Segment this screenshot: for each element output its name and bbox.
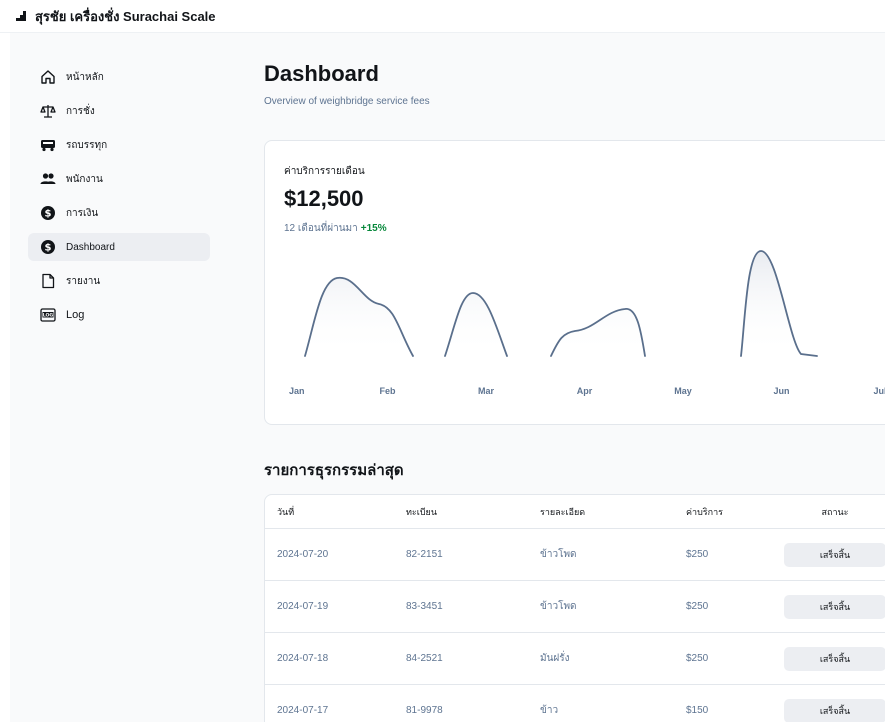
status-badge[interactable]: เสร็จสิ้น <box>784 542 885 567</box>
cell-fee: $250 <box>686 601 709 612</box>
cell-fee: $250 <box>686 549 709 560</box>
cell-status: เสร็จสิ้น <box>783 542 885 567</box>
status-badge[interactable]: เสร็จสิ้น <box>784 594 885 619</box>
table-row[interactable]: 2024-07-18 84-2521 มันฝรั่ง $250 เสร็จสิ… <box>265 633 885 685</box>
cell-plate: 81-9978 <box>406 705 443 716</box>
cell-detail: ข้าวโพด <box>540 549 577 560</box>
table-row[interactable]: 2024-07-19 83-3451 ข้าวโพด $250 เสร็จสิ้… <box>265 581 885 633</box>
currency-icon: $ <box>40 239 56 255</box>
cell-detail: มันฝรั่ง <box>540 653 570 664</box>
chart-x-label: Feb <box>379 386 396 396</box>
chart-x-labels: Jan Feb Mar Apr May Jun Jul <box>289 386 885 396</box>
app-header: สุรชัย เครื่องชั่ง Surachai Scale <box>0 0 885 33</box>
chart-x-label: Jan <box>289 386 305 396</box>
table-row[interactable]: 2024-07-17 81-9978 ข้าว $150 เสร็จสิ้น <box>265 685 885 722</box>
table-row[interactable]: 2024-07-20 82-2151 ข้าวโพด $250 เสร็จสิ้… <box>265 529 885 581</box>
currency-icon: $ <box>40 205 56 221</box>
chart-x-label: May <box>674 386 692 396</box>
svg-text:$: $ <box>45 243 52 254</box>
cell-status: เสร็จสิ้น <box>783 594 885 619</box>
sidebar-item-dashboard[interactable]: $ Dashboard <box>28 233 210 261</box>
chart-area <box>305 251 817 356</box>
cell-date: 2024-07-18 <box>277 653 329 664</box>
page-subtitle: Overview of weighbridge service fees <box>264 96 430 107</box>
truck-icon <box>40 137 56 153</box>
sidebar-item-label: พนักงาน <box>66 173 103 185</box>
cell-plate: 84-2521 <box>406 653 443 664</box>
main-header: Dashboard Overview of weighbridge servic… <box>264 60 885 107</box>
chart-x-label: Apr <box>577 386 593 396</box>
transactions-title: รายการธุรกรรมล่าสุด <box>264 462 404 479</box>
svg-text:$: $ <box>45 209 52 220</box>
status-badge[interactable]: เสร็จสิ้น <box>784 646 885 671</box>
sidebar-item-label: การเงิน <box>66 207 99 219</box>
sidebar-item-label: การชั่ง <box>66 105 95 117</box>
chart-x-label: Jun <box>773 386 789 396</box>
status-badge[interactable]: เสร็จสิ้น <box>784 698 885 722</box>
sidebar-item-label: รายงาน <box>66 275 101 287</box>
table-header: วันที่ ทะเบียน รายละเอียด ค่าบริการ สถาน… <box>265 495 885 529</box>
cell-fee: $150 <box>686 705 709 716</box>
cell-date: 2024-07-19 <box>277 601 329 612</box>
cell-detail: ข้าวโพด <box>540 601 577 612</box>
sidebar-item-label: Log <box>66 309 85 321</box>
logo-icon <box>16 11 26 21</box>
monthly-fee-card: ค่าบริการรายเดือน $12,500 12 เดือนที่ผ่า… <box>264 140 885 425</box>
users-icon <box>40 171 56 187</box>
file-icon <box>40 273 56 289</box>
cell-status: เสร็จสิ้น <box>783 698 885 722</box>
sidebar-item-label: รถบรรทุก <box>66 139 108 151</box>
app-brand: สุรชัย เครื่องชั่ง Surachai Scale <box>35 8 216 24</box>
cell-date: 2024-07-17 <box>277 705 329 716</box>
chart-x-label: Mar <box>478 386 495 396</box>
transactions-table: วันที่ ทะเบียน รายละเอียด ค่าบริการ สถาน… <box>264 494 885 722</box>
sidebar-item-home[interactable]: หน้าหลัก <box>28 63 210 91</box>
page-title: Dashboard <box>264 61 379 86</box>
col-fee-header: ค่าบริการ <box>686 506 723 517</box>
chart-x-label: Jul <box>873 386 885 396</box>
log-icon: LOG <box>40 307 56 323</box>
fee-chart: Jan Feb Mar Apr May Jun Jul <box>289 250 885 396</box>
cell-status: เสร็จสิ้น <box>783 646 885 671</box>
sidebar-item-employees[interactable]: พนักงาน <box>28 165 210 193</box>
sidebar-item-finance[interactable]: $ การเงิน <box>28 199 210 227</box>
col-plate-header: ทะเบียน <box>406 506 437 517</box>
sidebar-item-reports[interactable]: รายงาน <box>28 267 210 295</box>
cell-date: 2024-07-20 <box>277 549 329 560</box>
cell-detail: ข้าว <box>540 705 559 716</box>
col-status-header: สถานะ <box>821 506 849 517</box>
col-date-header: วันที่ <box>277 506 295 517</box>
sidebar-item-label: หน้าหลัก <box>66 71 104 83</box>
cell-fee: $250 <box>686 653 709 664</box>
scale-icon <box>40 103 56 119</box>
sidebar-item-weighing[interactable]: การชั่ง <box>28 97 210 125</box>
col-detail-header: รายละเอียด <box>540 506 586 517</box>
home-icon <box>40 69 56 85</box>
sidebar: หน้าหลัก การชั่ง รถบรรทุก พนักงาน $ การเ… <box>28 63 210 335</box>
cell-plate: 82-2151 <box>406 549 443 560</box>
sidebar-item-trucks[interactable]: รถบรรทุก <box>28 131 210 159</box>
cell-plate: 83-3451 <box>406 601 443 612</box>
sidebar-item-log[interactable]: LOG Log <box>28 301 210 329</box>
sidebar-item-label: Dashboard <box>66 241 115 253</box>
svg-text:LOG: LOG <box>43 312 54 318</box>
